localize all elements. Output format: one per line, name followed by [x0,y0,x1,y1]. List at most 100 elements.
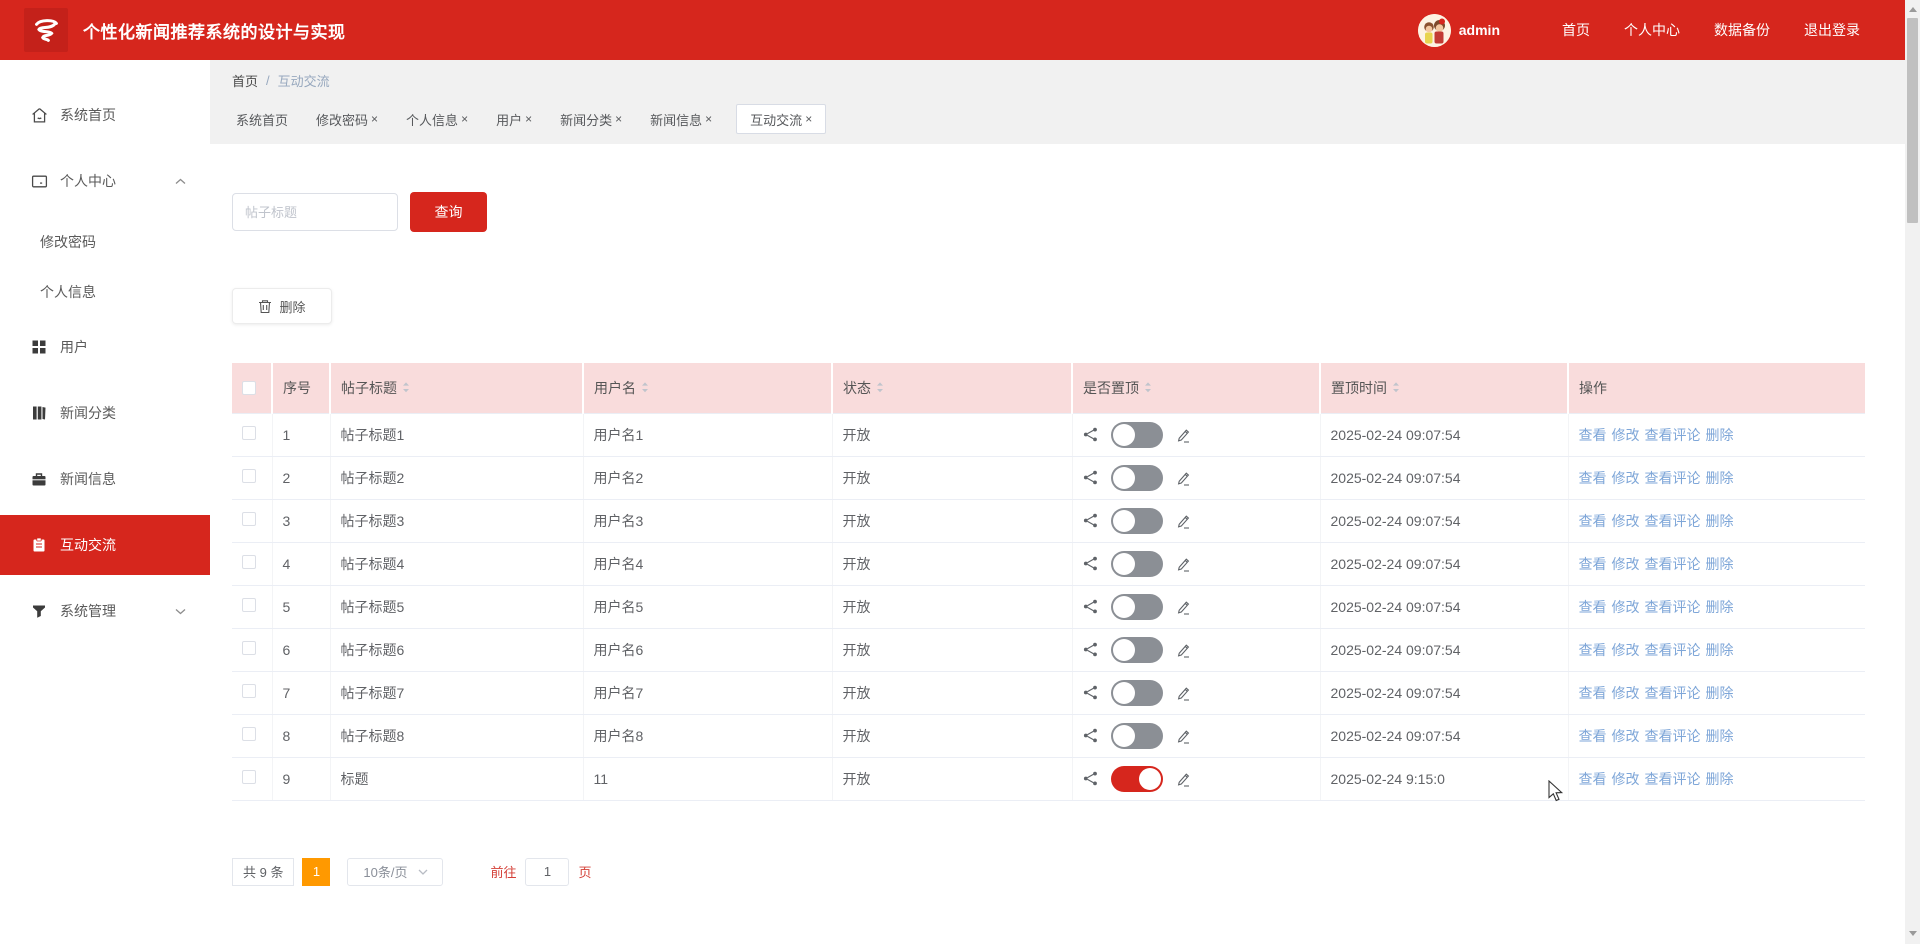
tab-interaction[interactable]: 互动交流× [736,104,826,134]
nav-link-home[interactable]: 首页 [1562,20,1590,40]
share-icon[interactable] [1083,513,1098,528]
tab-users[interactable]: 用户× [492,104,536,134]
action-view-link[interactable]: 查看 [1579,685,1607,701]
row-checkbox[interactable] [242,727,256,741]
action-edit-link[interactable]: 修改 [1612,427,1640,443]
sidebar-subitem-personal-info[interactable]: 个人信息 [0,267,210,317]
action-view-comments-link[interactable]: 查看评论 [1645,642,1701,658]
sort-carets-icon[interactable] [1391,381,1401,394]
sort-carets-icon[interactable] [875,381,885,394]
action-delete-link[interactable]: 删除 [1706,685,1734,701]
nav-link-data-backup[interactable]: 数据备份 [1714,20,1770,40]
sidebar-item-interaction[interactable]: 互动交流 [0,515,210,575]
column-header-title[interactable]: 帖子标题 [330,363,583,413]
pin-toggle[interactable] [1111,508,1163,534]
select-all-checkbox[interactable] [242,381,256,395]
share-icon[interactable] [1083,685,1098,700]
share-icon[interactable] [1083,771,1098,786]
edit-pen-icon[interactable] [1176,470,1191,486]
row-checkbox[interactable] [242,684,256,698]
tab-news-info[interactable]: 新闻信息× [646,104,716,134]
action-view-comments-link[interactable]: 查看评论 [1645,599,1701,615]
action-view-comments-link[interactable]: 查看评论 [1645,513,1701,529]
share-icon[interactable] [1083,427,1098,442]
action-view-link[interactable]: 查看 [1579,513,1607,529]
action-view-link[interactable]: 查看 [1579,771,1607,787]
row-checkbox[interactable] [242,598,256,612]
share-icon[interactable] [1083,599,1098,614]
edit-pen-icon[interactable] [1176,771,1191,787]
close-icon[interactable]: × [805,112,812,126]
action-delete-link[interactable]: 删除 [1706,642,1734,658]
action-view-link[interactable]: 查看 [1579,599,1607,615]
pin-toggle[interactable] [1111,680,1163,706]
sort-carets-icon[interactable] [401,381,411,394]
action-view-link[interactable]: 查看 [1579,728,1607,744]
tab-news-category[interactable]: 新闻分类× [556,104,626,134]
pin-toggle[interactable] [1111,766,1163,792]
action-delete-link[interactable]: 删除 [1706,427,1734,443]
nav-link-personal-center[interactable]: 个人中心 [1624,20,1680,40]
sidebar-item-users[interactable]: 用户 [0,317,210,377]
column-header-pinned[interactable]: 是否置顶 [1072,363,1320,413]
close-icon[interactable]: × [705,112,712,126]
tab-personal-info[interactable]: 个人信息× [402,104,472,134]
sidebar-item-news-info[interactable]: 新闻信息 [0,449,210,509]
column-header-user[interactable]: 用户名 [583,363,832,413]
edit-pen-icon[interactable] [1176,685,1191,701]
close-icon[interactable]: × [461,112,468,126]
action-edit-link[interactable]: 修改 [1612,599,1640,615]
tab-system-home[interactable]: 系统首页 [232,104,292,134]
pin-toggle[interactable] [1111,637,1163,663]
close-icon[interactable]: × [615,112,622,126]
action-edit-link[interactable]: 修改 [1612,470,1640,486]
action-view-link[interactable]: 查看 [1579,427,1607,443]
action-edit-link[interactable]: 修改 [1612,771,1640,787]
action-delete-link[interactable]: 删除 [1706,470,1734,486]
action-delete-link[interactable]: 删除 [1706,599,1734,615]
row-checkbox[interactable] [242,555,256,569]
page-size-select[interactable]: 10条/页 [347,858,443,886]
action-delete-link[interactable]: 删除 [1706,771,1734,787]
row-checkbox[interactable] [242,426,256,440]
pin-toggle[interactable] [1111,551,1163,577]
action-delete-link[interactable]: 删除 [1706,728,1734,744]
share-icon[interactable] [1083,556,1098,571]
action-view-comments-link[interactable]: 查看评论 [1645,427,1701,443]
page-1-button[interactable]: 1 [302,858,330,886]
post-title-search-input[interactable] [232,193,398,231]
scroll-down-icon[interactable] [1905,926,1920,941]
close-icon[interactable]: × [371,112,378,126]
sidebar-item-personal-center[interactable]: 个人中心 [0,151,210,211]
edit-pen-icon[interactable] [1176,556,1191,572]
action-delete-link[interactable]: 删除 [1706,556,1734,572]
action-delete-link[interactable]: 删除 [1706,513,1734,529]
row-checkbox[interactable] [242,469,256,483]
row-checkbox[interactable] [242,512,256,526]
row-checkbox[interactable] [242,770,256,784]
pin-toggle[interactable] [1111,723,1163,749]
edit-pen-icon[interactable] [1176,642,1191,658]
share-icon[interactable] [1083,470,1098,485]
close-icon[interactable]: × [525,112,532,126]
tab-change-password[interactable]: 修改密码× [312,104,382,134]
action-view-comments-link[interactable]: 查看评论 [1645,556,1701,572]
sidebar-item-system-manage[interactable]: 系统管理 [0,581,210,641]
action-view-comments-link[interactable]: 查看评论 [1645,771,1701,787]
edit-pen-icon[interactable] [1176,599,1191,615]
action-edit-link[interactable]: 修改 [1612,556,1640,572]
bulk-delete-button[interactable]: 删除 [232,288,332,324]
column-header-pin_time[interactable]: 置顶时间 [1320,363,1568,413]
query-button[interactable]: 查询 [410,192,487,232]
column-header-status[interactable]: 状态 [832,363,1072,413]
sidebar-item-news-category[interactable]: 新闻分类 [0,383,210,443]
share-icon[interactable] [1083,728,1098,743]
edit-pen-icon[interactable] [1176,728,1191,744]
sort-carets-icon[interactable] [640,381,650,394]
action-view-comments-link[interactable]: 查看评论 [1645,685,1701,701]
edit-pen-icon[interactable] [1176,427,1191,443]
sidebar-item-system-home[interactable]: 系统首页 [0,85,210,145]
goto-page-input[interactable] [525,858,569,886]
row-checkbox[interactable] [242,641,256,655]
action-view-comments-link[interactable]: 查看评论 [1645,728,1701,744]
